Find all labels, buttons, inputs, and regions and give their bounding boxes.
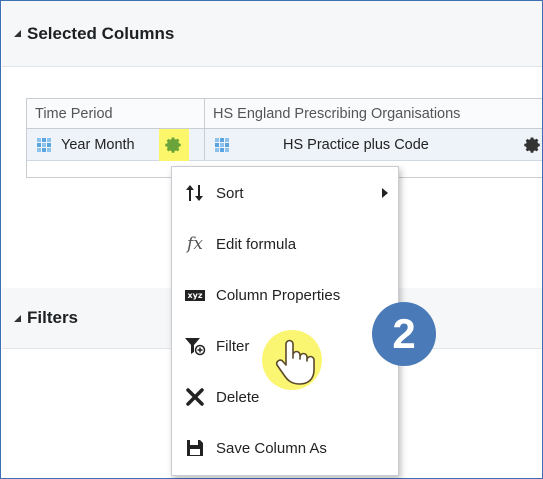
- menu-item-label: Save Column As: [216, 439, 327, 457]
- column-label: HS Practice plus Code: [283, 136, 429, 153]
- selected-columns-title: Selected Columns: [27, 23, 175, 43]
- menu-item-save-column-as[interactable]: Save Column As: [172, 431, 398, 465]
- filters-title: Filters: [27, 308, 79, 327]
- sort-icon: [182, 184, 208, 202]
- column-year-month[interactable]: Year Month: [27, 129, 205, 161]
- save-icon: [182, 439, 208, 457]
- column-group-time-period: Time Period: [27, 99, 205, 129]
- column-context-menu: Sort fx Edit formula xyz Column Properti…: [171, 166, 399, 476]
- menu-item-label: Edit formula: [216, 235, 297, 253]
- fx-icon: fx: [187, 234, 203, 254]
- selected-columns-header[interactable]: Selected Columns: [2, 1, 542, 67]
- delete-icon: [182, 388, 208, 406]
- menu-item-edit-formula[interactable]: fx Edit formula: [172, 227, 398, 261]
- hand-pointer-icon: [272, 336, 318, 386]
- collapse-triangle-icon[interactable]: [14, 314, 21, 322]
- collapse-triangle-icon[interactable]: [14, 30, 21, 37]
- column-options-gear-icon[interactable]: [524, 136, 542, 158]
- menu-item-column-properties[interactable]: xyz Column Properties: [172, 278, 398, 312]
- column-hs-practice[interactable]: HS Practice plus Code: [205, 129, 542, 161]
- column-grid-icon: [215, 137, 229, 152]
- column-group-hs-england: HS England Prescribing Organisations: [205, 99, 542, 129]
- menu-item-label: Delete: [216, 388, 260, 406]
- menu-item-label: Sort: [216, 184, 244, 202]
- filter-icon: [182, 336, 208, 356]
- xyz-icon: xyz: [185, 289, 205, 301]
- step-number-badge: 2: [372, 302, 436, 366]
- menu-item-label: Filter: [216, 337, 250, 355]
- menu-item-sort[interactable]: Sort: [172, 176, 398, 210]
- submenu-arrow-icon: [382, 188, 388, 198]
- column-label: Year Month: [61, 136, 135, 153]
- menu-item-label: Column Properties: [216, 286, 341, 304]
- column-grid-icon: [37, 137, 51, 152]
- column-options-gear-icon[interactable]: [159, 129, 189, 161]
